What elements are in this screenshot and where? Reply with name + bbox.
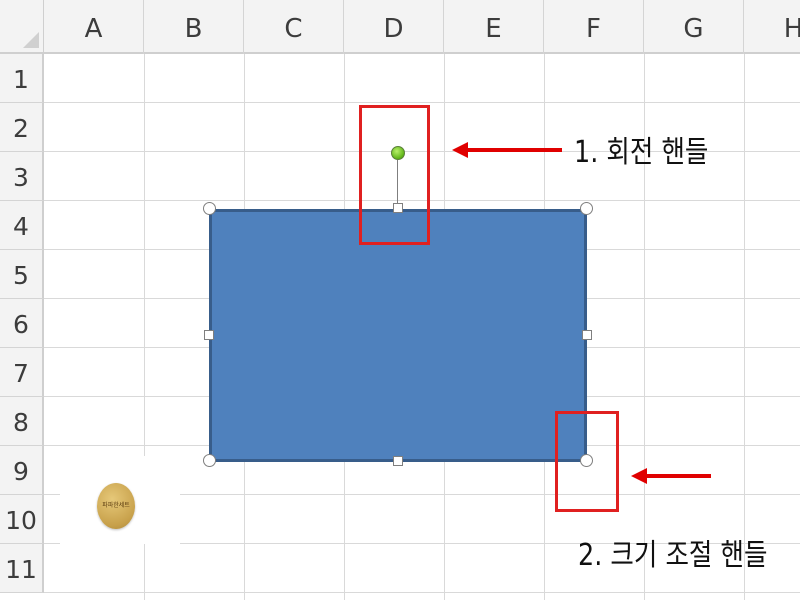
resize-handle-right[interactable] [582,330,592,340]
resize-handle-top-left[interactable] [203,202,216,215]
rotation-handle-label: 1. 회전 핸들 [574,135,709,170]
select-all-corner[interactable] [0,0,44,54]
row-header-3[interactable]: 3 [0,152,44,201]
row-header-9[interactable]: 9 [0,446,44,495]
arrow-line [466,148,562,152]
row-header-2[interactable]: 2 [0,103,44,152]
row-header-8[interactable]: 8 [0,397,44,446]
rotation-handle-highlight-box [359,105,430,245]
grid-line [44,102,800,103]
watermark-logo: 파파한세트 [97,483,135,529]
row-header-11[interactable]: 11 [0,544,44,593]
resize-handle-bottom-left[interactable] [203,454,216,467]
column-header-a[interactable]: A [44,0,144,54]
column-header-b[interactable]: B [144,0,244,54]
grid-line [744,54,745,600]
resize-handle-label: 2. 크기 조절 핸들 [578,538,768,573]
row-header-7[interactable]: 7 [0,348,44,397]
watermark-text: 파파한세트 [102,502,130,509]
select-all-triangle-icon [23,32,39,48]
row-header-10[interactable]: 10 [0,495,44,544]
arrow-line [645,474,711,478]
resize-handle-top-right[interactable] [580,202,593,215]
row-header-1[interactable]: 1 [0,54,44,103]
resize-handle-left[interactable] [204,330,214,340]
column-header-e[interactable]: E [444,0,544,54]
column-header-h[interactable]: H [744,0,800,54]
column-header-c[interactable]: C [244,0,344,54]
selected-rectangle-shape[interactable] [209,209,587,462]
resize-handle-bottom[interactable] [393,456,403,466]
spreadsheet-screenshot: A B C D E F G H 1 2 3 4 5 6 7 8 9 10 11 [0,0,800,600]
column-header-g[interactable]: G [644,0,744,54]
resize-handle-highlight-box [555,411,619,512]
row-header-6[interactable]: 6 [0,299,44,348]
column-header-d[interactable]: D [344,0,444,54]
row-header-4[interactable]: 4 [0,201,44,250]
grid-line [44,592,800,593]
column-header-f[interactable]: F [544,0,644,54]
row-header-5[interactable]: 5 [0,250,44,299]
